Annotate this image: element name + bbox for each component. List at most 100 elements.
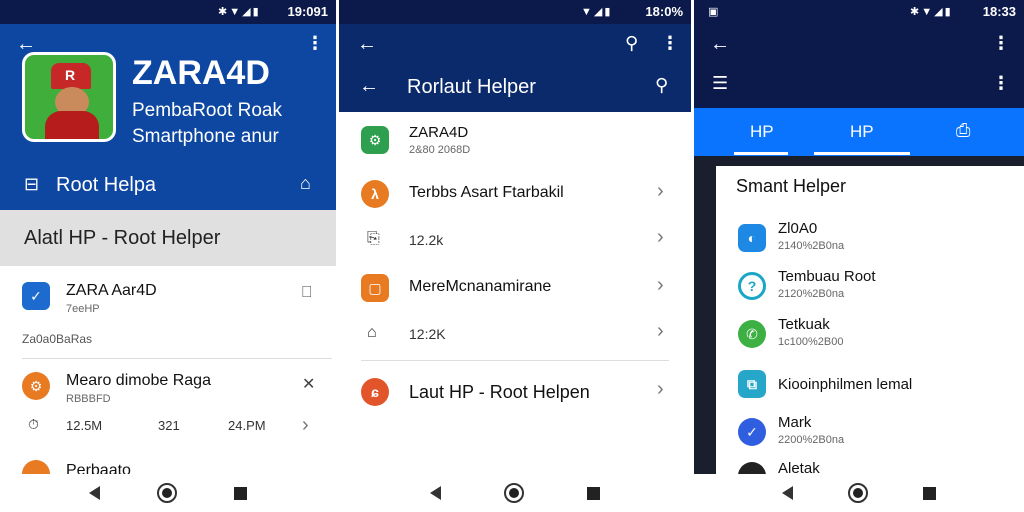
app-logo-icon: ⚙ bbox=[22, 372, 50, 400]
nav-home-icon[interactable] bbox=[156, 483, 177, 503]
item-title: ZARA Aar4D bbox=[66, 282, 157, 299]
clipboard-icon: ⎘ bbox=[367, 230, 380, 247]
list-item[interactable]: ɕ Laut HP - Root Helpen › bbox=[339, 374, 691, 410]
stats-row: ⏱ 12.5M 321 24.PM › bbox=[0, 414, 336, 438]
app-icon: λ bbox=[361, 180, 389, 208]
item-subtitle: 2&80 2068D bbox=[409, 144, 471, 156]
item-subtitle: 7eeHP bbox=[66, 303, 100, 315]
content-list: ✓ ZARA Aar4D 7eeHP ⎕ Za0a0BaRas ⚙ Mearo … bbox=[0, 266, 336, 488]
list-item[interactable]: ⎘ 12.2k › bbox=[339, 222, 691, 258]
tab-share-icon[interactable]: ⎙ bbox=[956, 120, 970, 141]
list-item[interactable]: ⧉ Kiooinphilmen lemal bbox=[716, 366, 1024, 402]
section-header: Alatl HP - Root Helper bbox=[0, 210, 336, 266]
back-arrow-icon[interactable]: ← bbox=[16, 34, 36, 54]
chevron-right-icon[interactable]: › bbox=[657, 274, 664, 297]
app-icon: ✓ bbox=[738, 418, 766, 446]
nav-label: Root Helpa bbox=[56, 174, 157, 196]
app-icon: ɕ bbox=[361, 378, 389, 406]
list-item[interactable]: λ Terbbs Asart Ftarbakil › bbox=[339, 176, 691, 212]
stat-downloads: 12.5M bbox=[66, 418, 103, 433]
item-title: MereMcnanamirane bbox=[409, 278, 552, 295]
search-icon[interactable]: ⚲ bbox=[655, 76, 668, 94]
back-arrow-icon[interactable]: ← bbox=[710, 34, 730, 54]
status-bar: ▣ ✱▼◢▮ 18:33 bbox=[694, 0, 1024, 24]
item-title: 12:2K bbox=[409, 326, 446, 342]
share-icon[interactable]: ✕ bbox=[302, 374, 315, 394]
section-title: Alatl HP - Root Helper bbox=[24, 227, 221, 249]
item-title: Kiooinphilmen lemal bbox=[778, 376, 913, 393]
nav-back-icon[interactable] bbox=[781, 486, 793, 500]
list-item[interactable]: ? Tembuau Root 2120%2B0na bbox=[716, 266, 1024, 306]
nav-home-icon[interactable] bbox=[503, 483, 524, 503]
list-item[interactable]: ▢ MereMcnanamirane › bbox=[339, 270, 691, 306]
list-item[interactable]: ⚙ ZARA4D 2&80 2068D bbox=[339, 122, 691, 166]
divider bbox=[361, 360, 669, 361]
nav-back-icon[interactable] bbox=[88, 486, 100, 500]
status-bar: ▼◢▮ 18:0% bbox=[339, 0, 691, 24]
status-icons: ▼◢▮ bbox=[581, 6, 613, 18]
section-title: Smant Helper bbox=[736, 176, 847, 196]
list-item[interactable]: ✓ ZARA Aar4D 7eeHP ⎕ bbox=[0, 278, 336, 326]
item-title: Tetkuak bbox=[778, 316, 830, 333]
timer-icon: ⏱ bbox=[28, 416, 39, 432]
item-meta: Za0a0BaRas bbox=[22, 332, 93, 346]
status-icons: ✱▼◢▮ bbox=[910, 6, 953, 18]
nav-recents-icon[interactable] bbox=[234, 486, 248, 500]
tab-indicator bbox=[814, 152, 910, 155]
chevron-right-icon[interactable]: › bbox=[302, 414, 309, 437]
item-subtitle: 2200%2B0na bbox=[778, 434, 845, 446]
app-icon: ? bbox=[738, 272, 766, 300]
chevron-right-icon[interactable]: › bbox=[657, 180, 664, 203]
chevron-right-icon[interactable]: › bbox=[657, 320, 664, 343]
chevron-right-icon[interactable]: › bbox=[657, 378, 664, 401]
app-logo-icon: ⚙ bbox=[361, 126, 389, 154]
list-item[interactable]: ⚙ Mearo dimobe Raga RBBBFD ✕ bbox=[0, 368, 336, 412]
more-vert-icon[interactable]: ⋮ bbox=[992, 74, 1010, 92]
list-item[interactable]: ✆ Tetkuak 1c100%2B00 bbox=[716, 314, 1024, 354]
tab-hp-1[interactable]: HP bbox=[750, 122, 774, 142]
nav-recents-icon[interactable] bbox=[923, 486, 937, 500]
home-icon[interactable]: ⌂ bbox=[300, 174, 311, 192]
nav-home-icon[interactable] bbox=[847, 483, 868, 503]
divider bbox=[22, 358, 332, 359]
item-title: Laut HP - Root Helpen bbox=[409, 382, 590, 402]
list-item[interactable]: ◐ Zl0A0 2140%2B0na bbox=[716, 218, 1024, 258]
nav-recents-icon[interactable] bbox=[586, 486, 600, 500]
tab-hp-2[interactable]: HP bbox=[850, 122, 874, 142]
back-arrow-icon[interactable]: ← bbox=[357, 34, 377, 54]
item-title: Mearo dimobe Raga bbox=[66, 372, 211, 389]
bookmark-icon[interactable]: ⎕ bbox=[302, 284, 312, 302]
chevron-right-icon[interactable]: › bbox=[657, 226, 664, 249]
list-item[interactable]: Aletak bbox=[716, 460, 1024, 474]
app-toolbar: ← ⚲ ⋮ ← Rorlaut Helper ⚲ bbox=[339, 24, 691, 112]
item-title: Zl0A0 bbox=[778, 220, 818, 237]
item-subtitle: RBBBFD bbox=[66, 393, 111, 405]
more-vert-icon[interactable]: ⋮ bbox=[992, 34, 1010, 52]
app-header: ← ⋮ R ZARA4D PembaRoot Roak Smartphone a… bbox=[0, 24, 336, 210]
content-list: ⚙ ZARA4D 2&80 2068D λ Terbbs Asart Ftarb… bbox=[339, 112, 691, 474]
app-toolbar: ← ⋮ ☰ ⋮ bbox=[694, 24, 1024, 108]
status-icons: ✱▼◢▮ bbox=[218, 6, 261, 18]
item-title: ZARA4D bbox=[409, 124, 469, 141]
item-subtitle: 2120%2B0na bbox=[778, 288, 845, 300]
system-nav-bar bbox=[694, 474, 1024, 512]
item-title: 12.2k bbox=[409, 232, 444, 248]
app-avatar: R bbox=[22, 52, 116, 142]
chat-icon: ✆ bbox=[738, 320, 766, 348]
search-icon[interactable]: ⚲ bbox=[625, 34, 638, 52]
item-title: Tembuau Root bbox=[778, 268, 876, 285]
more-vert-icon[interactable]: ⋮ bbox=[306, 34, 324, 52]
content-list: Smant Helper ◐ Zl0A0 2140%2B0na ? Tembua… bbox=[716, 166, 1024, 474]
item-title: Terbbs Asart Ftarbakil bbox=[409, 184, 564, 201]
app-tagline-2: Smartphone anur bbox=[132, 126, 279, 147]
status-time: 18:33 bbox=[982, 4, 1016, 19]
list-item[interactable]: ⌂ 12:2K › bbox=[339, 316, 691, 352]
back-arrow-icon[interactable]: ← bbox=[359, 76, 379, 96]
nav-back-icon[interactable] bbox=[430, 486, 442, 500]
menu-icon[interactable]: ☰ bbox=[712, 74, 728, 92]
more-vert-icon[interactable]: ⋮ bbox=[661, 34, 679, 52]
app-icon bbox=[738, 462, 766, 474]
list-item[interactable]: ✓ Mark 2200%2B0na bbox=[716, 412, 1024, 452]
app-tagline-1: PembaRoot Roak bbox=[132, 100, 282, 121]
app-icon: ◐ bbox=[738, 224, 766, 252]
